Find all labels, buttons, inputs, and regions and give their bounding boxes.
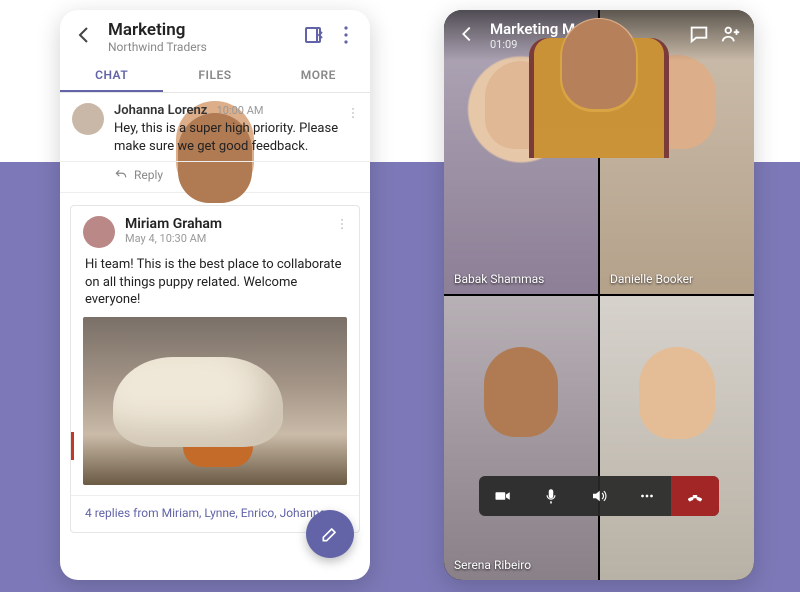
meeting-screen: Marketing Meeting 01:09 Babak Shammas Da… <box>444 10 754 580</box>
avatar <box>83 216 115 248</box>
tab-more[interactable]: MORE <box>267 58 370 92</box>
post-text: Hi team! This is the best place to colla… <box>71 252 359 317</box>
post-image[interactable] <box>83 317 347 485</box>
tab-chat[interactable]: CHAT <box>60 58 163 92</box>
chat-title: Marketing <box>108 20 294 40</box>
participant-name: Babak Shammas <box>454 272 544 286</box>
sender-name: Johanna Lorenz <box>114 103 207 118</box>
tab-files[interactable]: FILES <box>163 58 266 92</box>
meeting-duration: 01:09 <box>490 38 678 51</box>
message-text: Hey, this is a super high priority. Plea… <box>114 120 358 155</box>
chat-screen: Marketing Northwind Traders CHAT FILES M… <box>60 10 370 580</box>
reply-label: Reply <box>134 168 163 182</box>
chat-title-block: Marketing Northwind Traders <box>108 20 294 54</box>
more-vertical-icon[interactable] <box>334 23 358 51</box>
back-icon[interactable] <box>72 23 96 51</box>
more-button[interactable] <box>623 476 671 516</box>
video-feed <box>444 296 598 580</box>
message-meta: Johanna Lorenz 10:00 AM <box>114 103 358 118</box>
post-options-icon[interactable] <box>335 216 349 235</box>
participant-tile[interactable] <box>600 296 754 580</box>
camera-button[interactable] <box>479 476 527 516</box>
video-feed <box>600 296 754 580</box>
chat-header: Marketing Northwind Traders <box>60 10 370 58</box>
participant-tile[interactable]: Serena Ribeiro <box>444 296 598 580</box>
back-icon[interactable] <box>456 23 478 49</box>
participant-name: Danielle Booker <box>610 272 693 286</box>
meeting-title-block: Marketing Meeting 01:09 <box>490 20 678 51</box>
chat-icon[interactable] <box>688 23 710 49</box>
message-options-icon[interactable] <box>346 105 360 124</box>
post-sender: Miriam Graham <box>125 216 222 232</box>
call-controls <box>479 476 719 516</box>
compose-button[interactable] <box>306 510 354 558</box>
add-participant-icon[interactable] <box>720 23 742 49</box>
hangup-button[interactable] <box>671 476 719 516</box>
participant-name: Serena Ribeiro <box>454 558 531 572</box>
chat-subtitle: Northwind Traders <box>108 40 294 54</box>
speaker-button[interactable] <box>575 476 623 516</box>
avatar <box>72 103 104 135</box>
chat-tabs: CHAT FILES MORE <box>60 58 370 93</box>
message-time: 10:00 AM <box>217 104 264 117</box>
panel-toggle-icon[interactable] <box>302 23 326 51</box>
mic-button[interactable] <box>527 476 575 516</box>
message-item[interactable]: Johanna Lorenz 10:00 AM Hey, this is a s… <box>60 93 370 162</box>
unread-indicator <box>71 432 74 460</box>
post-time: May 4, 10:30 AM <box>125 232 222 245</box>
meeting-header: Marketing Meeting 01:09 <box>444 10 754 61</box>
post-card[interactable]: Miriam Graham May 4, 10:30 AM Hi team! T… <box>70 205 360 533</box>
